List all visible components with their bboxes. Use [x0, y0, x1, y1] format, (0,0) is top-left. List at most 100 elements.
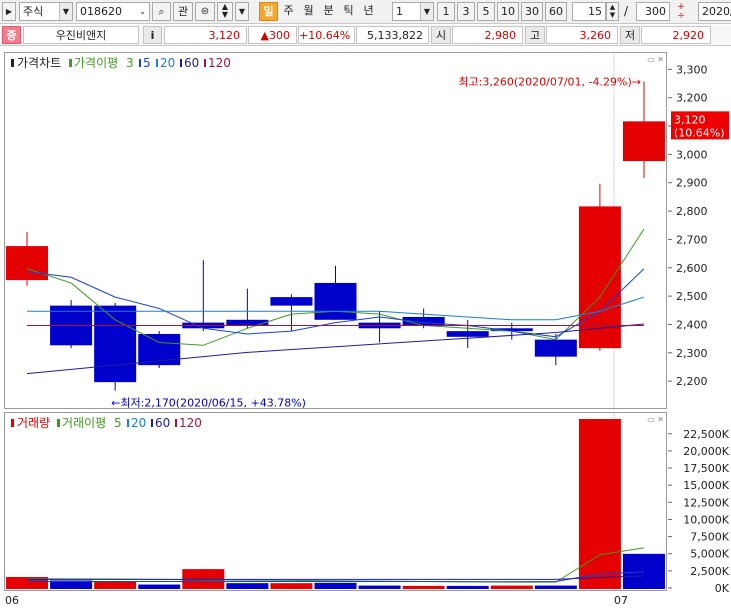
market-select[interactable]: 주식 ▼ [19, 2, 73, 21]
volume-bar [402, 585, 445, 589]
price-legend-title: 가격차트 [17, 56, 61, 70]
low-label: 저 [620, 26, 640, 44]
interval-button-30[interactable]: 30 [521, 2, 543, 21]
volume-y-tick-label: 22,500K [683, 428, 729, 441]
volume-legend-ma-20: 20 [131, 416, 146, 430]
current-price-tag-pct: (10.64%) [674, 126, 725, 139]
period-tab-4[interactable]: 틱 [339, 2, 358, 21]
price-legend-sep-4 [204, 59, 206, 67]
zoom-arrows-icon[interactable]: + ÷ [674, 3, 688, 21]
x-axis-label-end: 07 [614, 594, 628, 607]
price-legend-ma-label: 가격이평 [74, 56, 118, 70]
volume-chart[interactable]: 거래량 거래이평 5 20 60 120 [5, 413, 666, 590]
price-y-tick-label: 2,800 [676, 205, 708, 218]
stock-name: 우진비앤지 [23, 26, 139, 44]
price-change: ▲300 [248, 26, 297, 44]
interval-button-5[interactable]: 5 [477, 2, 495, 21]
price-y-tick-label: 2,600 [676, 262, 708, 275]
price-change-pct: +10.64% [298, 26, 355, 44]
volume-bar [270, 583, 313, 589]
price-legend-marker [11, 59, 14, 67]
info-button[interactable]: i [143, 26, 162, 44]
panel-toggle-icon[interactable]: ▶ [2, 2, 16, 21]
volume-bar [622, 553, 665, 589]
price-y-tick-label: 3,000 [676, 148, 708, 161]
more-dropdown-icon[interactable]: ▼ [235, 2, 249, 21]
price-legend-ma-120: 120 [208, 56, 231, 70]
interval-button-3[interactable]: 3 [457, 2, 475, 21]
price-y-tick-label: 2,700 [676, 233, 708, 246]
price-legend-ma-60: 60 [184, 56, 199, 70]
volume-legend-sep-3 [175, 419, 177, 427]
panel-window-icons[interactable]: ▭ ✕ [647, 415, 664, 424]
volume-legend-sep-2 [151, 419, 153, 427]
date-input[interactable]: 2020/ [698, 2, 731, 21]
volume-bar [358, 585, 401, 589]
price-y-tick-label: 3,200 [676, 92, 708, 105]
count-input[interactable]: 15 [572, 2, 606, 21]
period-tab-2[interactable]: 월 [299, 2, 318, 21]
chevron-down-icon: ▼ [420, 3, 433, 20]
candle-body [6, 246, 49, 281]
candle-body [270, 297, 313, 306]
candle-body [226, 319, 269, 326]
price-legend-sep-3 [180, 59, 182, 67]
volume-bar [314, 582, 357, 589]
period-tab-1[interactable]: 주 [279, 2, 298, 21]
interval-button-60[interactable]: 60 [545, 2, 567, 21]
volume-bar [490, 585, 533, 589]
open-price: 2,980 [452, 26, 523, 44]
search-icon[interactable]: ⌕ [152, 2, 171, 21]
bookmark-button[interactable]: 관 [173, 2, 193, 21]
price-chart[interactable]: 가격차트 가격이평 3 5 20 60 120 최고:3,260(2020/07/01, -4… [5, 53, 666, 410]
volume-legend-ma-label: 거래이평 [62, 416, 106, 430]
price-legend-ma-marker [69, 59, 72, 67]
interval-select[interactable]: 1 ▼ [392, 2, 434, 21]
volume-legend-ma-5: 5 [114, 416, 122, 430]
quote-bar: 증 우진비앤지 i 3,120 ▲300 +10.64% 5,133,822 시… [0, 25, 731, 46]
volume-chart-panel[interactable]: 거래량 거래이평 5 20 60 120 ▭ ✕ [4, 412, 667, 591]
volume-bar [226, 583, 269, 589]
count-value: 15 [588, 5, 602, 18]
max-price-annotation: 최고:3,260(2020/07/01, -4.29%)→ [458, 76, 641, 89]
min-price-annotation: ←최저:2,170(2020/06/15, +43.78%) [111, 397, 306, 408]
chevron-down-icon: ▼ [59, 3, 72, 20]
candle-body [622, 121, 665, 162]
interval-button-1[interactable]: 1 [437, 2, 455, 21]
volume-legend-ma-marker [57, 419, 60, 427]
sync-icon[interactable]: ⊜ [195, 2, 215, 21]
open-label: 시 [431, 26, 451, 44]
volume-y-tick-label: 17,500K [683, 462, 729, 475]
price-legend-ma-3: 3 [126, 56, 134, 70]
price-y-tick-label: 3,300 [676, 63, 708, 76]
volume-legend-marker [11, 419, 14, 427]
stock-code-input[interactable]: 018620 ⌄ [76, 2, 150, 21]
volume-y-tick-label: 5,000K [690, 548, 729, 561]
volume-legend-ma-120: 120 [179, 416, 202, 430]
updown-stepper-icon[interactable]: ▲ ▼ [217, 2, 233, 21]
volume-y-tick-label: 12,500K [683, 496, 729, 509]
volume-y-tick-label: 2,500K [690, 565, 729, 578]
price-chart-panel[interactable]: 가격차트 가격이평 3 5 20 60 120 최고:3,260(2020/07/01, -4… [4, 52, 667, 410]
date-value: 2020/ [702, 5, 731, 18]
volume-y-tick-label: 20,000K [683, 445, 729, 458]
candle-body [446, 331, 489, 337]
chart-toolbar: ▶ 주식 ▼ 018620 ⌄ ⌕ 관 ⊜ ▲ ▼ ▼ 일주월분틱년 1 ▼ 13… [0, 0, 731, 24]
volume-bar [94, 581, 137, 589]
price-y-tick-label: 2,500 [676, 290, 708, 303]
candle-body [534, 339, 577, 357]
period-tab-3[interactable]: 분 [319, 2, 338, 21]
total-count-value: 300 [645, 5, 666, 18]
panel-window-icons[interactable]: ▭ ✕ [647, 55, 664, 64]
total-count-input[interactable]: 300 [636, 2, 670, 21]
interval-button-10[interactable]: 10 [497, 2, 519, 21]
volume-y-tick-label: 10,000K [683, 513, 729, 526]
period-tab-0[interactable]: 일 [259, 2, 278, 21]
interval-select-value: 1 [396, 5, 403, 18]
volume-legend-ma-60: 60 [155, 416, 170, 430]
high-label: 고 [525, 26, 545, 44]
price-y-tick-label: 2,200 [676, 375, 708, 388]
count-stepper-icon[interactable]: ▲ ▼ [606, 2, 619, 21]
price-legend-ma-5: 5 [143, 56, 151, 70]
period-tab-5[interactable]: 년 [359, 2, 378, 21]
